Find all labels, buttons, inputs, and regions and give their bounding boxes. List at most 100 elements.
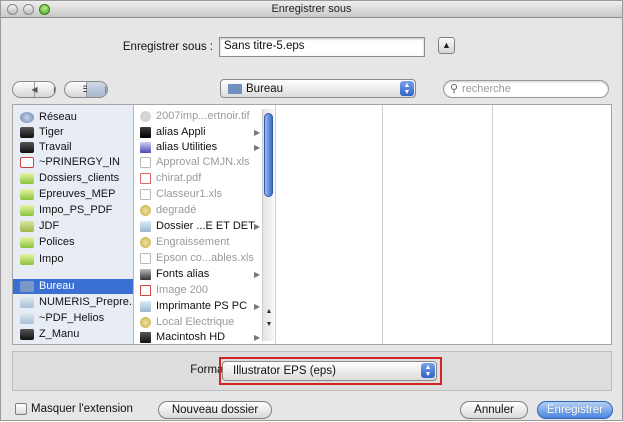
list-item[interactable]: Approval CMJN.xls bbox=[134, 155, 266, 170]
scrollbar-thumb[interactable] bbox=[264, 113, 273, 197]
list-item[interactable]: degradé bbox=[134, 203, 266, 218]
sidebar-item-numeris[interactable]: NUMERIS_Prepre... bbox=[13, 295, 133, 310]
sidebar-item-dossiers-clients[interactable]: Dossiers_clients bbox=[13, 171, 133, 186]
navigation-buttons: ◀ ▶ bbox=[12, 81, 56, 98]
sidebar-item-reseau[interactable]: Réseau bbox=[13, 110, 133, 125]
folder-icon bbox=[20, 221, 34, 232]
folder-icon bbox=[20, 313, 34, 324]
list-item[interactable]: Engraissement bbox=[134, 235, 266, 250]
sidebar-item-bureau[interactable]: Bureau bbox=[13, 279, 133, 294]
triangle-up-icon: ▲ bbox=[442, 40, 451, 50]
chevron-right-icon: ▶ bbox=[254, 143, 261, 152]
chevron-right-icon: ▶ bbox=[254, 128, 261, 137]
pdf-icon bbox=[140, 285, 151, 296]
desktop-folder-icon bbox=[228, 84, 242, 94]
list-item[interactable]: Fonts alias ▶ bbox=[134, 267, 266, 282]
sidebar-item-label: Impo_PS_PDF bbox=[39, 204, 113, 216]
window-title: Enregistrer sous bbox=[271, 3, 352, 15]
chevron-right-icon: ▶ bbox=[254, 302, 261, 311]
folder-icon bbox=[20, 297, 34, 308]
button-bar: Masquer l'extension Nouveau dossier Annu… bbox=[1, 399, 623, 422]
list-item[interactable]: Classeur1.xls bbox=[134, 187, 266, 202]
scroll-down-arrow-icon[interactable]: ▼ bbox=[263, 321, 275, 333]
file-name: alias Appli bbox=[156, 126, 206, 138]
gradient-file-icon bbox=[140, 237, 151, 248]
hard-drive-icon bbox=[20, 127, 34, 138]
sidebar-item-jdf[interactable]: JDF bbox=[13, 219, 133, 234]
list-view-button[interactable]: ☰ bbox=[65, 82, 91, 97]
file-name: alias Utilities bbox=[156, 141, 218, 153]
list-item[interactable]: Epson co...ables.xls bbox=[134, 251, 266, 266]
columns-icon: ▥ bbox=[98, 82, 107, 97]
list-item[interactable]: Local Electrique bbox=[134, 315, 266, 330]
sidebar-item-prinergy[interactable]: ~PRINERGY_IN bbox=[13, 155, 133, 170]
pdf-icon bbox=[140, 173, 151, 184]
sidebar-item-label: ~PDF_Helios bbox=[39, 312, 105, 324]
folder-icon bbox=[20, 173, 34, 184]
folder-icon bbox=[140, 301, 151, 312]
browser-column-empty[interactable] bbox=[493, 105, 611, 344]
list-item[interactable]: Image 200 bbox=[134, 283, 266, 298]
location-label: Bureau bbox=[246, 83, 284, 95]
file-name: Epson co...ables.xls bbox=[156, 252, 254, 264]
browser-column-empty[interactable] bbox=[383, 105, 493, 344]
view-mode-buttons: ☰ ▥ bbox=[64, 81, 108, 98]
location-popup[interactable]: Bureau ▲ ▼ bbox=[220, 79, 416, 98]
folder-icon bbox=[20, 189, 34, 200]
save-button[interactable]: Enregistrer bbox=[537, 401, 613, 419]
desktop-icon bbox=[20, 281, 34, 292]
list-item[interactable]: alias Utilities ▶ bbox=[134, 140, 266, 155]
scroll-up-arrow-icon[interactable]: ▲ bbox=[263, 308, 275, 320]
sidebar-item-z-manu[interactable]: Z_Manu bbox=[13, 327, 133, 342]
chevron-right-icon: ▶ bbox=[254, 270, 261, 279]
sidebar-item-polices[interactable]: Polices bbox=[13, 235, 133, 250]
list-item[interactable]: chirat.pdf bbox=[134, 171, 266, 186]
browser-column-desktop[interactable]: 2007imp...ertnoir.tif alias Appli ▶ alias… bbox=[134, 105, 276, 344]
list-item[interactable]: Dossier ...E ET DET ▶ bbox=[134, 219, 266, 234]
list-item[interactable]: 2007imp...ertnoir.tif bbox=[134, 109, 266, 124]
vertical-scrollbar[interactable]: ▲ ▼ bbox=[262, 109, 274, 341]
popup-arrows-icon: ▲ ▼ bbox=[400, 81, 414, 96]
folder-icon bbox=[20, 254, 34, 265]
file-name: degradé bbox=[156, 204, 197, 216]
forward-button[interactable]: ▶ bbox=[35, 82, 55, 97]
sidebar-item-label: Polices bbox=[39, 236, 75, 248]
sidebar-item-label: Réseau bbox=[39, 111, 77, 123]
list-item[interactable]: Macintosh HD ▶ bbox=[134, 330, 266, 345]
expand-dialog-button[interactable]: ▲ bbox=[438, 37, 455, 54]
search-field[interactable]: ⚲ recherche bbox=[443, 80, 609, 98]
format-highlight-box bbox=[219, 357, 442, 385]
format-panel: Format : Illustrator EPS (eps) ▲ ▼ bbox=[12, 351, 612, 391]
format-label: Format : bbox=[190, 364, 233, 376]
search-icon: ⚲ bbox=[450, 83, 459, 95]
sidebar-item-epreuves-mep[interactable]: Epreuves_MEP bbox=[13, 187, 133, 202]
title-bar[interactable]: Enregistrer sous bbox=[1, 1, 622, 18]
file-name: Image 200 bbox=[156, 284, 208, 296]
sidebar-item-travail[interactable]: Travail bbox=[13, 140, 133, 155]
file-name: Local Electrique bbox=[156, 316, 235, 328]
folder-icon bbox=[140, 221, 151, 232]
sidebar-item-tiger[interactable]: Tiger bbox=[13, 125, 133, 140]
filename-input[interactable]: Sans titre-5.eps bbox=[219, 37, 425, 57]
hide-extension-label[interactable]: Masquer l'extension bbox=[31, 403, 133, 415]
new-folder-button[interactable]: Nouveau dossier bbox=[158, 401, 272, 419]
hard-drive-icon bbox=[20, 142, 34, 153]
list-item[interactable]: alias Appli ▶ bbox=[134, 125, 266, 140]
browser-column-empty[interactable] bbox=[276, 105, 383, 344]
file-name: 2007imp...ertnoir.tif bbox=[156, 110, 250, 122]
search-placeholder: recherche bbox=[462, 83, 511, 95]
spreadsheet-icon bbox=[140, 253, 151, 264]
sidebar-item-impo-ps-pdf[interactable]: Impo_PS_PDF bbox=[13, 203, 133, 218]
save-dialog: Enregistrer sous Enregistrer sous : Sans… bbox=[0, 0, 623, 421]
sidebar-item-label: NUMERIS_Prepre... bbox=[39, 296, 133, 308]
sidebar-item-impo[interactable]: Impo bbox=[13, 252, 133, 267]
list-item[interactable]: Imprimante PS PC ▶ bbox=[134, 299, 266, 314]
back-button[interactable]: ◀ bbox=[13, 82, 38, 97]
file-name: chirat.pdf bbox=[156, 172, 202, 184]
hide-extension-checkbox[interactable] bbox=[15, 403, 27, 415]
sidebar-item-pdf-helios[interactable]: ~PDF_Helios bbox=[13, 311, 133, 326]
gradient-file-icon bbox=[140, 205, 151, 216]
column-view-button[interactable]: ▥ bbox=[87, 82, 107, 97]
hard-drive-icon bbox=[140, 332, 151, 343]
cancel-button[interactable]: Annuler bbox=[460, 401, 528, 419]
